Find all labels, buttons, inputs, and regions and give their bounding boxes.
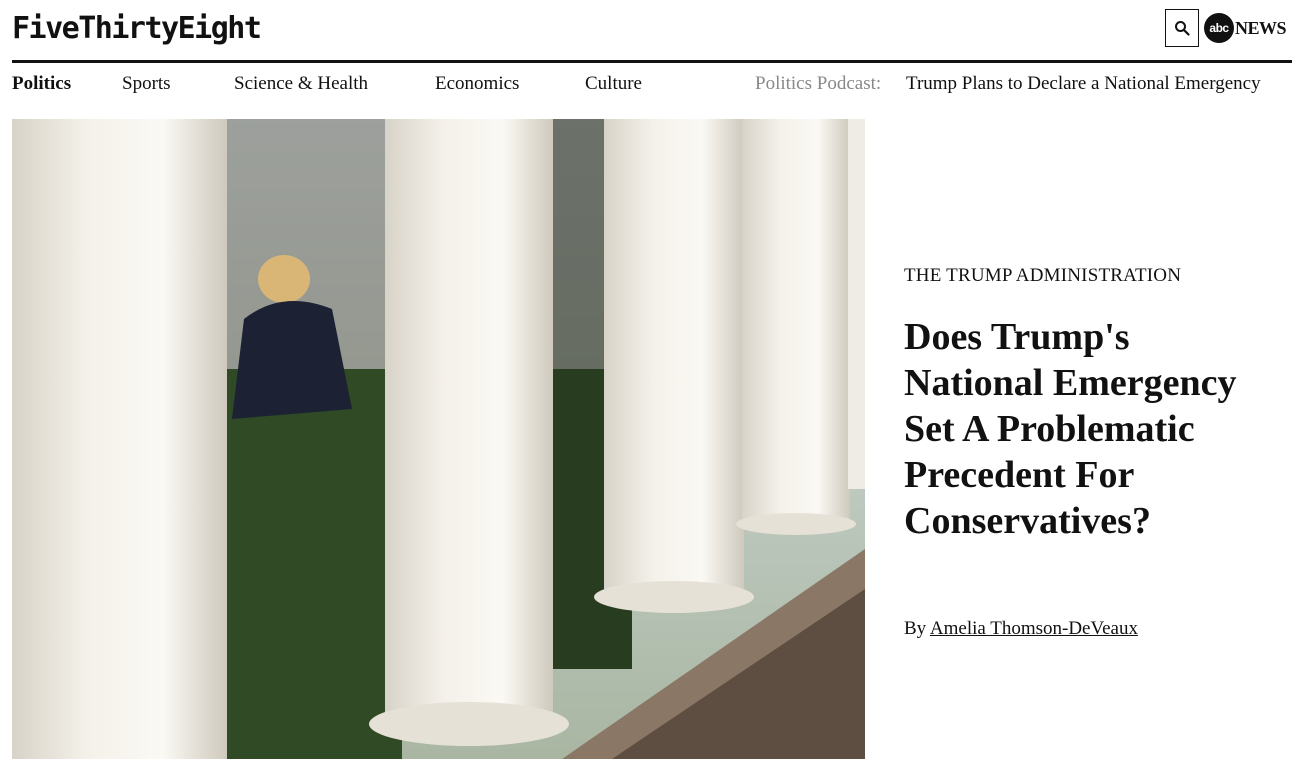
author-link[interactable]: Amelia Thomson-DeVeaux: [930, 618, 1138, 639]
byline-prefix: By: [904, 618, 927, 639]
nav-item-economics[interactable]: Economics: [435, 73, 519, 95]
site-header: FiveThirtyEight abc NEWS: [0, 0, 1300, 63]
nav-item-science-health[interactable]: Science & Health: [234, 73, 368, 95]
nav-item-sports[interactable]: Sports: [122, 73, 171, 95]
podcast-label: Politics Podcast:: [755, 73, 882, 94]
abc-news-wordmark: NEWS: [1235, 17, 1287, 38]
article-headline[interactable]: Does Trump's National Emergency Set A Pr…: [904, 314, 1274, 544]
nav-item-politics[interactable]: Politics: [12, 73, 71, 95]
abc-news-logo[interactable]: abc NEWS: [1204, 12, 1287, 44]
podcast-link[interactable]: Trump Plans to Declare a National Emerge…: [906, 73, 1261, 95]
section-nav: Politics Sports Science & Health Economi…: [0, 63, 1300, 107]
site-logo[interactable]: FiveThirtyEight: [12, 11, 262, 47]
article-kicker[interactable]: THE TRUMP ADMINISTRATION: [904, 265, 1181, 287]
search-icon: [1175, 21, 1190, 36]
abc-logo-mark: abc: [1204, 13, 1234, 43]
hero-image[interactable]: [12, 119, 865, 759]
hero-photo-illustration: [12, 119, 865, 759]
article-byline: By Amelia Thomson-DeVeaux: [904, 618, 1138, 640]
nav-item-culture[interactable]: Culture: [585, 73, 642, 95]
search-button[interactable]: [1165, 9, 1199, 47]
